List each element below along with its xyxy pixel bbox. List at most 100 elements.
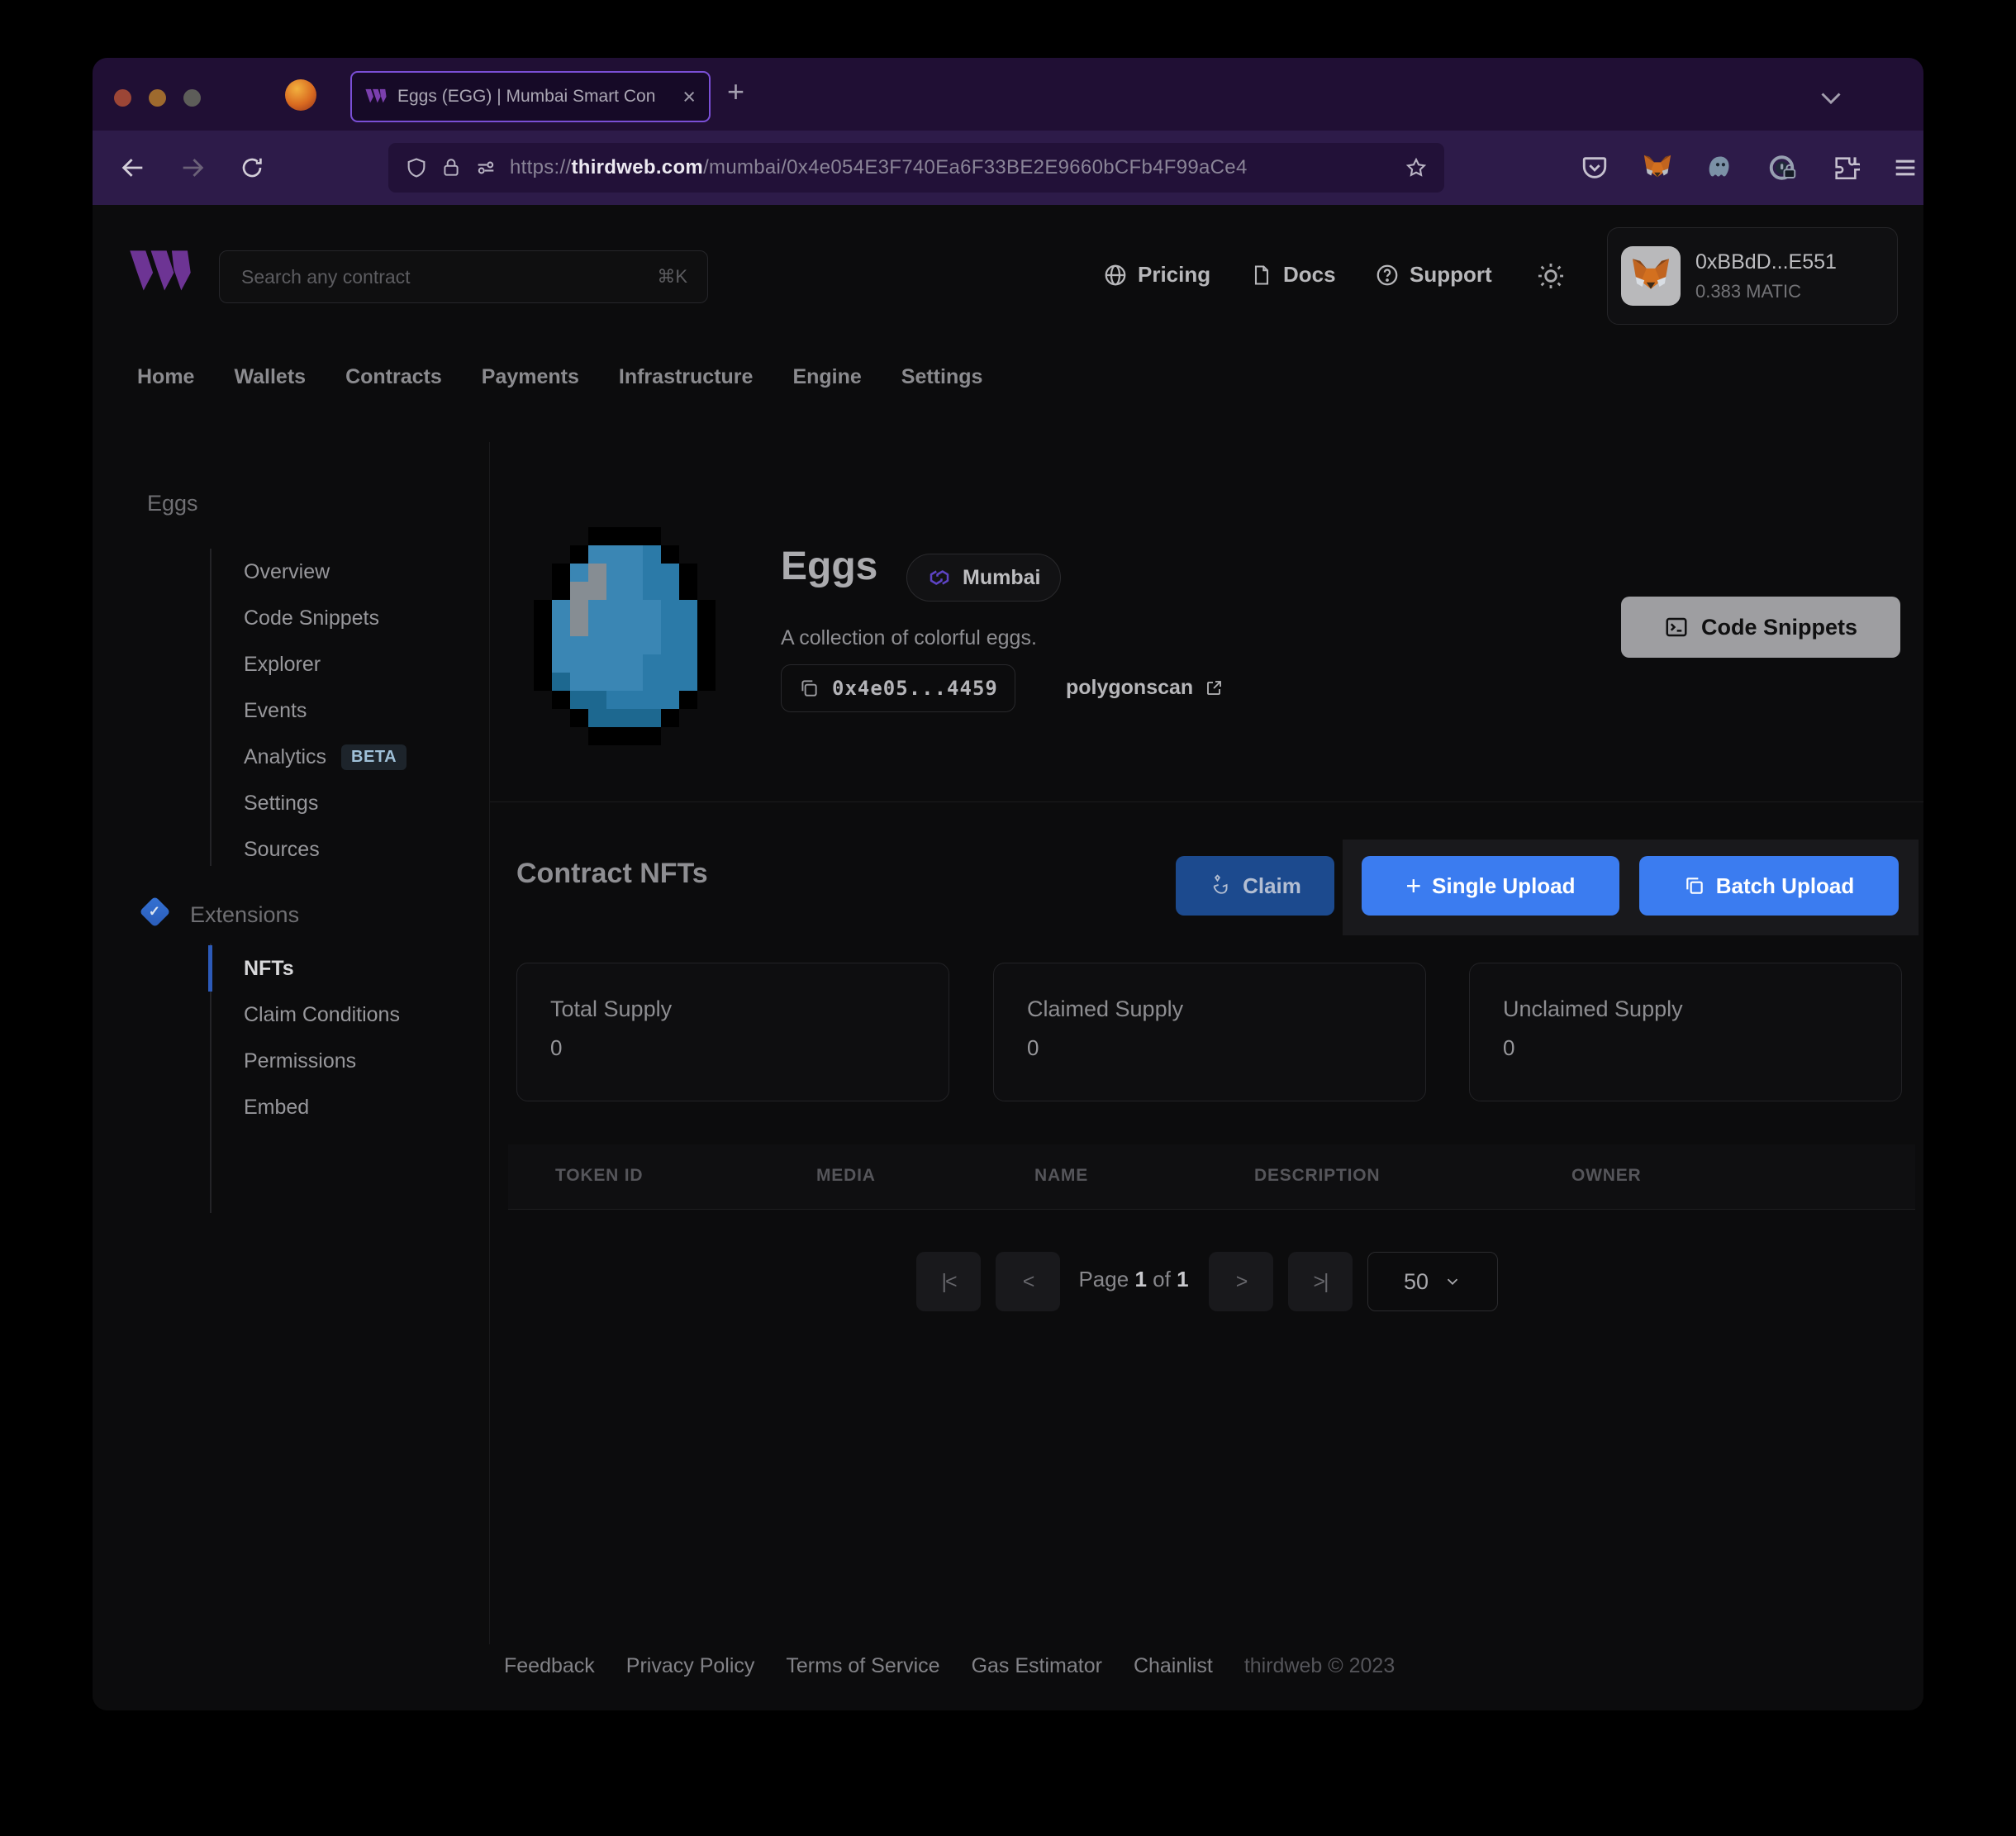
footer-link-chainlist[interactable]: Chainlist <box>1134 1654 1213 1678</box>
search-shortcut: ⌘K <box>657 266 687 287</box>
tab-title: Eggs (EGG) | Mumbai Smart Con <box>397 87 656 106</box>
active-item-indicator <box>208 945 212 992</box>
page-footer: Feedback Privacy Policy Terms of Service… <box>504 1654 1395 1678</box>
forward-button[interactable] <box>172 147 213 188</box>
sun-icon <box>1538 263 1564 289</box>
primary-nav: Home Wallets Contracts Payments Infrastr… <box>137 365 982 389</box>
contract-description: A collection of colorful eggs. <box>781 626 1037 649</box>
reload-icon <box>242 158 262 178</box>
sidebar-item-overview[interactable]: Overview <box>244 549 407 595</box>
support-label: Support <box>1410 262 1492 287</box>
batch-copy-icon <box>1686 878 1703 894</box>
sidebar-item-events[interactable]: Events <box>244 687 407 734</box>
lock-icon[interactable] <box>440 157 462 178</box>
nav-home[interactable]: Home <box>137 365 194 389</box>
window-minimize-button[interactable] <box>149 89 166 107</box>
sidebar-item-explorer[interactable]: Explorer <box>244 641 407 687</box>
header-link-docs[interactable]: Docs <box>1250 262 1336 288</box>
col-name: NAME <box>1034 1166 1089 1185</box>
sidebar-item-embed[interactable]: Embed <box>244 1084 400 1130</box>
theme-toggle[interactable] <box>1535 260 1568 293</box>
window-close-button[interactable] <box>114 89 131 107</box>
external-link-icon <box>1207 680 1222 695</box>
firefox-icon <box>285 79 316 111</box>
sidebar-rail <box>210 549 212 866</box>
pagination-prev-button[interactable]: < <box>996 1252 1060 1311</box>
pagination-first-button[interactable]: |< <box>916 1252 981 1311</box>
footer-link-gas-estimator[interactable]: Gas Estimator <box>972 1654 1102 1678</box>
plus-icon: + <box>1405 870 1422 901</box>
address-bar[interactable]: https://thirdweb.com/mumbai/0x4e054E3F74… <box>388 143 1444 193</box>
footer-link-privacy-policy[interactable]: Privacy Policy <box>626 1654 755 1678</box>
sidebar-project-name: Eggs <box>147 491 198 516</box>
sidebar-item-permissions[interactable]: Permissions <box>244 1038 400 1084</box>
bookmark-star-icon[interactable] <box>1405 156 1428 179</box>
pagination-next-button[interactable]: > <box>1209 1252 1273 1311</box>
col-description: DESCRIPTION <box>1254 1166 1381 1185</box>
claim-button[interactable]: Claim <box>1176 856 1334 916</box>
contract-image-egg <box>534 527 716 745</box>
contract-address-chip[interactable]: 0x4e05...4459 <box>781 664 1015 712</box>
list-tabs-chevron-icon[interactable] <box>1816 83 1846 112</box>
nav-wallets[interactable]: Wallets <box>234 365 306 389</box>
back-button[interactable] <box>112 147 154 188</box>
metamask-extension-icon[interactable] <box>1639 150 1676 186</box>
extensions-puzzle-icon[interactable] <box>1828 150 1864 186</box>
pricing-label: Pricing <box>1138 262 1211 287</box>
sidebar-item-analytics[interactable]: Analytics BETA <box>244 734 407 780</box>
sidebar-item-code-snippets[interactable]: Code Snippets <box>244 595 407 641</box>
browser-tab[interactable]: Eggs (EGG) | Mumbai Smart Con × <box>350 71 711 122</box>
browser-window: Eggs (EGG) | Mumbai Smart Con × + https:… <box>93 58 1923 1710</box>
reload-button[interactable] <box>231 147 273 188</box>
pagination-last-button[interactable]: >| <box>1288 1252 1353 1311</box>
stat-card-claimed-supply: Claimed Supply 0 <box>993 963 1426 1101</box>
close-tab-icon[interactable]: × <box>682 85 696 108</box>
copy-icon <box>801 680 817 697</box>
metamask-avatar <box>1621 246 1681 306</box>
chevron-down-icon <box>1447 1278 1458 1286</box>
onepassword-extension-icon[interactable] <box>1765 150 1801 186</box>
wallet-address: 0xBBdD...E551 <box>1695 250 1837 273</box>
section-divider <box>489 801 1923 802</box>
header-link-support[interactable]: Support <box>1375 262 1492 288</box>
new-tab-button[interactable]: + <box>727 74 744 109</box>
sidebar-item-settings[interactable]: Settings <box>244 780 407 826</box>
contract-search[interactable]: ⌘K <box>219 250 708 303</box>
network-badge[interactable]: Mumbai <box>906 554 1062 602</box>
sidebar-extensions-menu: NFTs Claim Conditions Permissions Embed <box>244 945 400 1130</box>
network-name: Mumbai <box>963 565 1041 589</box>
tracking-shield-icon[interactable] <box>405 156 428 179</box>
nav-engine[interactable]: Engine <box>792 365 861 389</box>
wallet-button[interactable]: 0xBBdD...E551 0.383 MATIC <box>1607 227 1898 325</box>
nav-payments[interactable]: Payments <box>482 365 579 389</box>
nav-contracts[interactable]: Contracts <box>345 365 442 389</box>
code-snippets-button[interactable]: Code Snippets <box>1621 597 1900 658</box>
nav-settings[interactable]: Settings <box>901 365 983 389</box>
menu-hamburger-icon[interactable] <box>1887 150 1923 186</box>
page-size-select[interactable]: 50 <box>1367 1252 1498 1311</box>
wallet-info: 0xBBdD...E551 0.383 MATIC <box>1695 250 1837 302</box>
batch-upload-button[interactable]: Batch Upload <box>1639 856 1899 916</box>
document-icon <box>1254 264 1269 285</box>
single-upload-button[interactable]: + Single Upload <box>1362 856 1619 916</box>
window-zoom-button[interactable] <box>183 89 201 107</box>
sidebar-item-sources[interactable]: Sources <box>244 826 407 873</box>
sidebar-divider <box>489 442 490 1644</box>
question-circle-icon <box>1376 264 1398 285</box>
stat-card-unclaimed-supply: Unclaimed Supply 0 <box>1469 963 1902 1101</box>
polygonscan-link[interactable]: polygonscan <box>1066 676 1224 700</box>
search-input[interactable] <box>240 264 658 289</box>
thirdweb-logo[interactable] <box>129 248 192 297</box>
permissions-icon[interactable] <box>474 156 497 179</box>
footer-link-feedback[interactable]: Feedback <box>504 1654 595 1678</box>
sidebar-item-claim-conditions[interactable]: Claim Conditions <box>244 992 400 1038</box>
footer-copyright: thirdweb © 2023 <box>1243 1654 1396 1677</box>
back-arrow-icon <box>121 159 143 177</box>
ghostery-extension-icon[interactable] <box>1702 150 1738 186</box>
header-link-pricing[interactable]: Pricing <box>1103 262 1210 288</box>
tab-bar: Eggs (EGG) | Mumbai Smart Con × + <box>93 58 1923 131</box>
sidebar-item-nfts[interactable]: NFTs <box>244 945 400 992</box>
nav-infrastructure[interactable]: Infrastructure <box>619 365 754 389</box>
footer-link-terms[interactable]: Terms of Service <box>786 1654 939 1678</box>
pocket-icon[interactable] <box>1576 150 1613 186</box>
